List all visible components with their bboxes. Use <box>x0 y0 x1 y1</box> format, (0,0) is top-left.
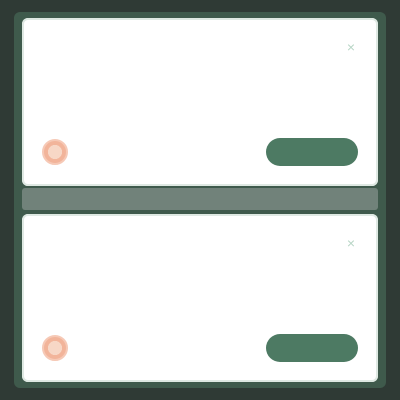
notification-action-button[interactable] <box>266 334 358 362</box>
avatar <box>42 335 68 361</box>
avatar <box>42 139 68 165</box>
close-icon[interactable]: × <box>344 236 358 250</box>
notification-card-2[interactable]: × <box>22 214 378 382</box>
notification-footer <box>42 332 358 364</box>
divider <box>22 188 378 210</box>
notification-card-1[interactable]: × <box>22 18 378 186</box>
close-icon[interactable]: × <box>344 40 358 54</box>
notification-footer <box>42 136 358 168</box>
notification-action-button[interactable] <box>266 138 358 166</box>
